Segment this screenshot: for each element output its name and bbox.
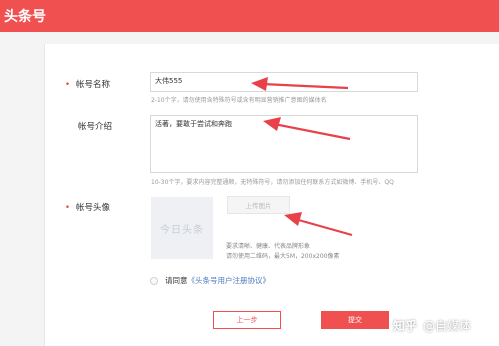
- avatar-label: 帐号头像: [76, 203, 111, 213]
- avatar-placeholder-text: 今日头条: [160, 224, 204, 236]
- upload-image-button[interactable]: 上传图片: [227, 196, 290, 214]
- watermark-text: @自媒体: [423, 319, 472, 333]
- zhihu-logo: 知乎: [393, 319, 418, 333]
- name-label-row: • 帐号名称: [65, 78, 110, 90]
- name-label: 帐号名称: [76, 80, 111, 90]
- agree-prefix: 请同意: [165, 276, 188, 285]
- top-bar: 头条号: [0, 0, 499, 32]
- intro-textarea[interactable]: 活著，要敢于尝试和奔跑: [150, 115, 418, 173]
- agreement-row: 请同意 《头条号用户注册协议》: [150, 275, 270, 286]
- agree-checkbox[interactable]: [150, 276, 158, 285]
- name-hint: 2-10个字，请勿使用含特殊符号或含有明显营销推广意图的媒体名: [151, 97, 327, 104]
- intro-label: 帐号介绍: [78, 122, 113, 132]
- avatar-preview: 今日头条: [151, 197, 213, 259]
- prev-step-button[interactable]: 上一步: [213, 311, 281, 329]
- intro-hint: 10-30个字，要求内容完整通顺，无特殊符号，请勿添加任何联系方式如微博、手机号…: [151, 179, 394, 186]
- agreement-link[interactable]: 《头条号用户注册协议》: [188, 275, 271, 286]
- avatar-hint-1: 要求清晰、健康、代表品牌形象: [226, 243, 311, 250]
- zhihu-watermark: 知乎 @自媒体: [393, 317, 471, 334]
- name-input[interactable]: 大伟555: [150, 72, 418, 92]
- app-title: 头条号: [4, 9, 46, 25]
- avatar-label-row: • 帐号头像: [65, 201, 110, 213]
- submit-button[interactable]: 提交: [321, 311, 389, 329]
- name-input-value: 大伟555: [155, 77, 183, 85]
- intro-input-value: 活著，要敢于尝试和奔跑: [155, 120, 232, 128]
- required-mark: •: [65, 203, 71, 213]
- avatar-hint-2: 请勿使用二维码，最大5M，200x200像素: [226, 253, 340, 260]
- required-mark: •: [65, 80, 71, 90]
